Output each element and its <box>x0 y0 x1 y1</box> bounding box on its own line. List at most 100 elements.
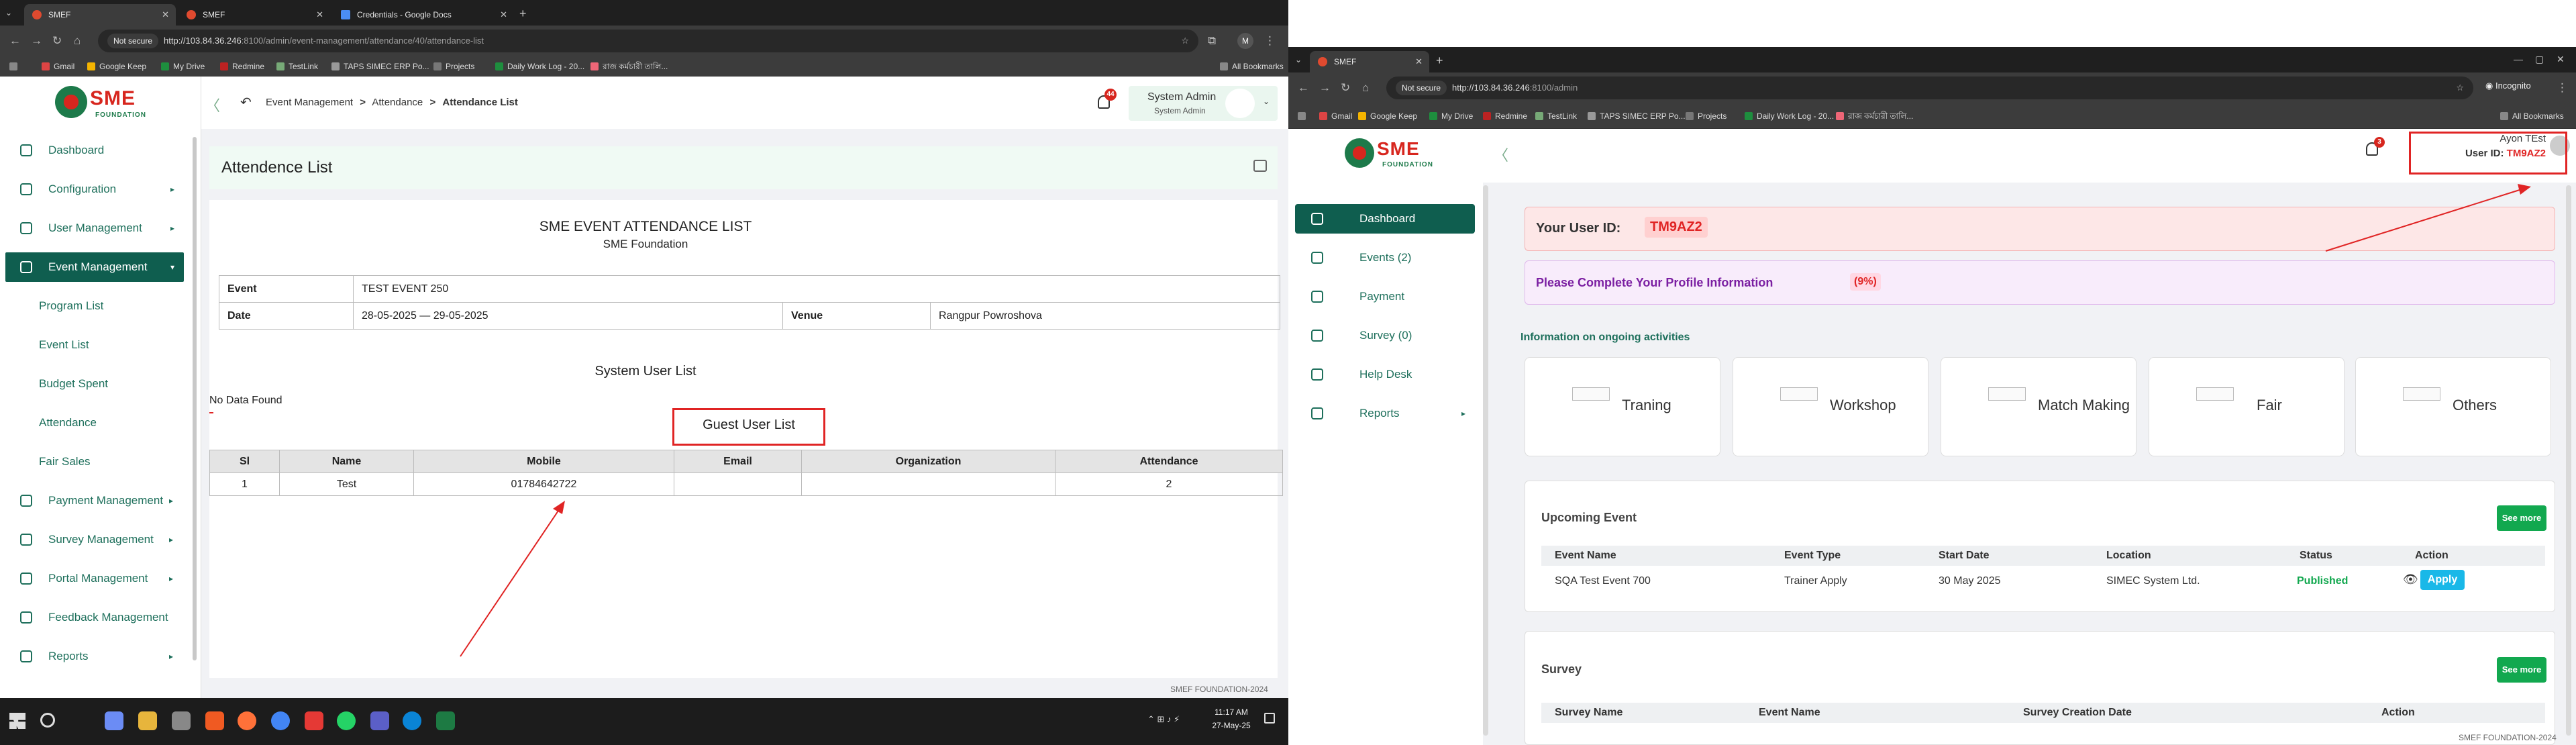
bookmark[interactable]: Projects <box>433 60 474 72</box>
reload-icon[interactable]: ↻ <box>52 35 62 47</box>
bookmark[interactable]: Redmine <box>220 60 264 72</box>
sidebar-scrollbar[interactable] <box>1483 185 1488 736</box>
brave-icon[interactable] <box>205 711 224 730</box>
new-tab-icon[interactable]: + <box>519 7 527 21</box>
bookmark[interactable]: TestLink <box>1535 110 1577 122</box>
home-icon[interactable]: ⌂ <box>1362 82 1369 94</box>
sidebar-scrollbar[interactable] <box>193 137 197 660</box>
bookmark[interactable]: Redmine <box>1483 110 1527 122</box>
windows-start-icon[interactable] <box>9 713 25 729</box>
sidebar-item-reports[interactable]: Reports ▸ <box>0 642 173 671</box>
back-icon[interactable]: ← <box>9 35 21 47</box>
tab-credentials[interactable]: Credentials - Google Docs ✕ <box>333 4 514 26</box>
tab-smef[interactable]: SMEF ✕ <box>1310 51 1429 72</box>
back-arrow-icon[interactable]: ↶ <box>240 94 252 111</box>
address-bar[interactable]: Not secure http://103.84.36.246:8100/admi… <box>98 30 1198 52</box>
activity-card-training[interactable]: Traning <box>1525 357 1720 456</box>
menu-icon[interactable]: ⋮ <box>2557 82 2568 94</box>
eye-icon[interactable]: 👁 <box>2403 573 2418 587</box>
bookmark[interactable]: Google Keep <box>87 60 146 72</box>
tab-smef-1[interactable]: SMEF ✕ <box>24 4 176 26</box>
bookmark[interactable]: Gmail <box>42 60 74 72</box>
not-secure-badge[interactable]: Not secure <box>1396 81 1447 95</box>
sidebar-item-reports[interactable]: Reports ▸ <box>1295 399 1475 428</box>
apply-button[interactable]: Apply <box>2420 570 2465 590</box>
not-secure-badge[interactable]: Not secure <box>107 34 159 48</box>
sidebar-subitem-budget-spent[interactable]: Budget Spent <box>39 377 108 391</box>
bookmark[interactable]: Daily Work Log - 20... <box>1745 110 1834 122</box>
home-icon[interactable]: ⌂ <box>74 35 81 47</box>
taskbar-app-icon[interactable] <box>172 711 191 730</box>
bookmark[interactable]: Projects <box>1686 110 1727 122</box>
bookmark[interactable]: রাজ কর্মচারী তালি... <box>1836 110 1913 122</box>
profile-completion-banner[interactable]: Please Complete Your Profile Information… <box>1525 260 2555 305</box>
activity-card-workshop[interactable]: Workshop <box>1733 357 1928 456</box>
profile-avatar[interactable]: M <box>1237 33 1253 49</box>
sidebar-subitem-program-list[interactable]: Program List <box>39 299 103 313</box>
forward-icon[interactable]: → <box>1319 82 1331 94</box>
sidebar-item-payment-management[interactable]: Payment Management ▸ <box>0 486 173 515</box>
all-bookmarks[interactable]: All Bookmarks <box>2500 110 2564 122</box>
bookmark[interactable]: Daily Work Log - 20... <box>495 60 584 72</box>
content-scrollbar[interactable] <box>2566 185 2571 736</box>
incognito-indicator[interactable]: ◉ Incognito <box>2485 81 2531 91</box>
chrome-icon[interactable] <box>271 711 290 730</box>
bookmark[interactable]: TAPS SIMEC ERP Po... <box>331 60 429 72</box>
tab-search-icon[interactable]: ⌄ <box>5 8 16 19</box>
sidebar-item-survey-management[interactable]: Survey Management ▸ <box>0 525 173 554</box>
user-menu[interactable]: System Admin System Admin ⌄ <box>1129 86 1278 121</box>
forward-icon[interactable]: → <box>31 35 42 47</box>
sidebar-item-survey[interactable]: Survey (0) <box>1295 321 1475 350</box>
sidebar-item-feedback-management[interactable]: Feedback Management <box>0 603 168 632</box>
bookmark[interactable]: Gmail <box>1319 110 1352 122</box>
window-close-icon[interactable]: ✕ <box>2557 54 2565 65</box>
bookmark-star-icon[interactable]: ☆ <box>1181 30 1189 52</box>
bookmark[interactable]: রাজ কর্মচারী তালি... <box>590 60 668 72</box>
edge-icon[interactable] <box>403 711 421 730</box>
sidebar-subitem-attendance[interactable]: Attendance <box>39 416 97 430</box>
extensions-icon[interactable]: ⧉ <box>1208 35 1216 47</box>
activity-card-match-making[interactable]: Match Making <box>1941 357 2136 456</box>
new-tab-icon[interactable]: + <box>1436 54 1443 68</box>
tab-smef-2[interactable]: SMEF ✕ <box>178 4 330 26</box>
apps-icon[interactable] <box>9 60 21 72</box>
bookmark[interactable]: Google Keep <box>1358 110 1417 122</box>
sidebar-item-help-desk[interactable]: Help Desk <box>1295 360 1475 389</box>
taskbar-app-icon[interactable] <box>305 711 323 730</box>
firefox-icon[interactable] <box>238 711 256 730</box>
apps-icon[interactable] <box>1298 110 1310 122</box>
maximize-icon[interactable]: ▢ <box>2535 54 2544 65</box>
breadcrumb-item[interactable]: Event Management <box>266 97 353 108</box>
search-icon[interactable] <box>40 713 55 728</box>
breadcrumb-item[interactable]: Attendance <box>372 97 423 108</box>
print-icon[interactable] <box>1253 160 1267 172</box>
taskbar-app-icon[interactable] <box>105 711 123 730</box>
minimize-icon[interactable]: — <box>2514 54 2523 64</box>
menu-icon[interactable]: ⋮ <box>1264 35 1276 47</box>
back-icon[interactable]: ← <box>1298 82 1309 94</box>
tab-search-icon[interactable]: ⌄ <box>1295 55 1302 64</box>
bookmark[interactable]: My Drive <box>161 60 205 72</box>
whatsapp-icon[interactable] <box>337 711 356 730</box>
sidebar-item-configuration[interactable]: Configuration ▸ <box>0 175 174 204</box>
sidebar-subitem-fair-sales[interactable]: Fair Sales <box>39 455 91 468</box>
collapse-icon[interactable]: 〈 <box>1494 144 1508 165</box>
activity-card-fair[interactable]: Fair <box>2149 357 2345 456</box>
bookmark[interactable]: TAPS SIMEC ERP Po... <box>1588 110 1686 122</box>
all-bookmarks[interactable]: All Bookmarks <box>1220 60 1284 72</box>
notification-center-icon[interactable] <box>1264 713 1275 724</box>
excel-icon[interactable] <box>436 711 455 730</box>
sidebar-subitem-event-list[interactable]: Event List <box>39 338 89 352</box>
close-icon[interactable]: ✕ <box>316 4 323 26</box>
bookmark[interactable]: My Drive <box>1429 110 1473 122</box>
activity-card-others[interactable]: Others <box>2355 357 2551 456</box>
survey-see-more-button[interactable]: See more <box>2497 657 2546 683</box>
sidebar-item-dashboard[interactable]: Dashboard <box>0 136 188 165</box>
sidebar-item-event-management[interactable]: Event Management ▾ <box>5 252 184 282</box>
reload-icon[interactable]: ↻ <box>1341 82 1350 94</box>
sidebar-item-events[interactable]: Events (2) <box>1295 243 1475 272</box>
bookmark-star-icon[interactable]: ☆ <box>2456 77 2464 99</box>
sidebar-item-payment[interactable]: Payment <box>1295 282 1475 311</box>
file-explorer-icon[interactable] <box>138 711 157 730</box>
address-bar[interactable]: Not secure http://103.84.36.246:8100/admi… <box>1386 77 2473 99</box>
